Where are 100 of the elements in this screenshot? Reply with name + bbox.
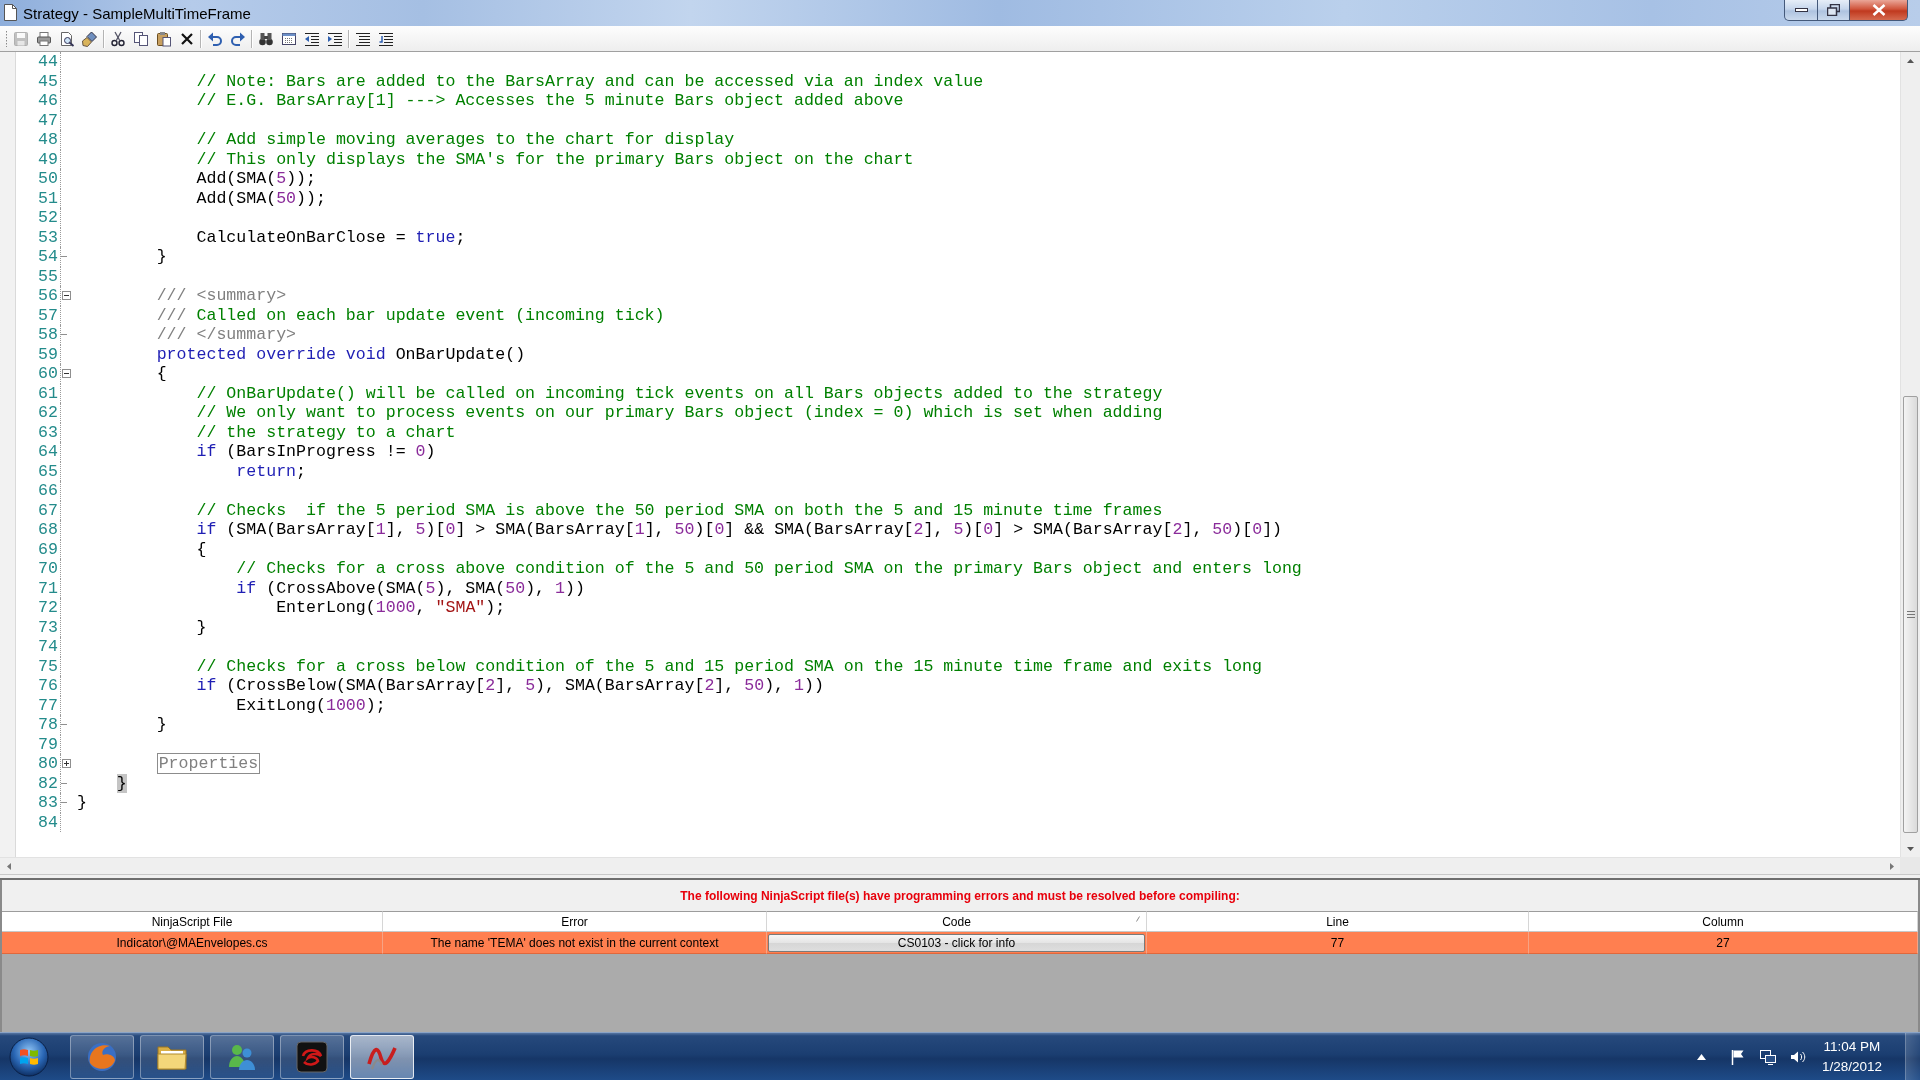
code-line: } (156, 715, 167, 734)
code-line: Add(SMA(5)); (196, 169, 316, 188)
code-line: EnterLong(1000, "SMA"); (276, 598, 506, 617)
outdent-icon (304, 30, 320, 47)
line-number: 66 (38, 481, 58, 500)
code-line: /// Called on each bar update event (incoming tick) (156, 305, 665, 325)
code-line: { (196, 539, 207, 559)
monitors-icon[interactable] (1759, 1048, 1776, 1065)
line-number: 76 (38, 676, 58, 695)
scrollbar-thumb[interactable] (1903, 396, 1918, 833)
printer-icon (36, 30, 52, 47)
line-number: 60 (38, 364, 58, 383)
line-number: 48 (38, 130, 58, 149)
line-number: 73 (38, 617, 58, 637)
table-cell: Indicator\@MAEnvelopes.cs (2, 932, 383, 954)
minimize-button[interactable] (1784, 0, 1818, 21)
redo-icon (230, 30, 246, 47)
lines-icon (355, 30, 371, 47)
code-line: protected override void OnBarUpdate() (156, 344, 526, 364)
column-header[interactable]: Line (1147, 911, 1529, 932)
line-number: 74 (38, 637, 58, 656)
code-line: // Add simple moving averages to the chart for display (196, 130, 735, 149)
line-number: 71 (38, 578, 58, 598)
code-line: Add(SMA(50)); (196, 188, 326, 208)
taskbar-button[interactable] (140, 1034, 204, 1079)
column-header[interactable]: Code (767, 911, 1147, 932)
taskbar-button[interactable] (280, 1034, 344, 1079)
column-header[interactable]: Column (1529, 911, 1918, 932)
cross-icon (179, 30, 195, 47)
fold-toggle-icon[interactable] (62, 291, 71, 301)
clipboard-icon (156, 30, 172, 47)
globe-icon (86, 1040, 118, 1073)
column-header[interactable]: NinjaScript File (2, 911, 383, 932)
left-triangle-icon (6, 862, 11, 870)
taskbar-button[interactable] (210, 1034, 274, 1079)
line-number: 79 (38, 734, 58, 754)
code-line: if (BarsInProgress != 0) (196, 442, 436, 461)
restore-button[interactable] (1818, 0, 1850, 21)
taskbar-button[interactable] (70, 1034, 134, 1079)
save-icon (13, 30, 29, 47)
show-desktop-button[interactable] (1905, 1033, 1920, 1080)
info-button[interactable]: CS0103 - click for info (768, 933, 1145, 952)
window-title: Strategy - SampleMultiTimeFrame (23, 4, 251, 24)
clock-time: 11:04 PM (1823, 1037, 1881, 1056)
code-line: // Checks if the 5 period SMA is above the 50 period SMA on both the 5 and 15 minute time frames (196, 500, 1163, 520)
fold-toggle-icon[interactable] (62, 369, 71, 379)
clock-date: 1/28/2012 (1821, 1057, 1882, 1076)
fold-toggle-icon[interactable] (62, 759, 71, 769)
binoculars-icon (258, 30, 274, 47)
line-number: 57 (38, 305, 58, 325)
line-number: 70 (38, 559, 58, 578)
line-number: 77 (38, 695, 58, 715)
line-number: 65 (38, 461, 58, 481)
line-number: 46 (38, 91, 58, 110)
line-number: 83 (38, 793, 58, 812)
code-line: if (CrossBelow(SMA(BarsArray[2], 5), SMA(BarsArray[2], 50), 1)) (196, 676, 824, 695)
code-line: { (156, 364, 167, 383)
code-line: if (CrossAbove(SMA(5), SMA(50), 1)) (236, 578, 585, 598)
grip-icon (1906, 611, 1915, 618)
line-number: 47 (38, 110, 58, 130)
scissors-icon (110, 30, 126, 47)
line-number: 58 (38, 325, 58, 344)
right-triangle-icon (1889, 862, 1894, 870)
line-number: 62 (38, 403, 58, 422)
close-icon (1871, 4, 1886, 16)
code-line: // This only displays the SMA's for the primary Bars object on the chart (196, 149, 914, 169)
copy-icon (133, 30, 149, 47)
line-number: 68 (38, 520, 58, 539)
line-number: 50 (38, 169, 58, 188)
code-line: } (77, 793, 87, 812)
line-number: 84 (38, 812, 58, 832)
code-line: /// </summary> (156, 325, 297, 344)
code-line: /// <summary> (156, 286, 287, 305)
line-number: 56 (38, 286, 58, 305)
close-button[interactable] (1850, 0, 1908, 21)
line-number: 63 (38, 422, 58, 442)
line-number: 75 (38, 656, 58, 676)
flag-icon[interactable] (1729, 1048, 1746, 1065)
sort-mark-icon (1136, 916, 1140, 922)
code-line: } (196, 617, 207, 637)
code-line: // Note: Bars are added to the BarsArray and can be accessed via an index value (196, 71, 984, 91)
line-number: 82 (38, 773, 58, 793)
line-number: 64 (38, 442, 58, 461)
code-line: if (SMA(BarsArray[1], 5)[0] > SMA(BarsArray[1], 50)[0] && SMA(BarsArray[2], 5)[0] > SMA(BarsArray[2], 50)[0]) (196, 520, 1283, 539)
line-number: 69 (38, 539, 58, 559)
line-number: 67 (38, 500, 58, 520)
indent-icon (327, 30, 343, 47)
eraser-icon (82, 30, 98, 47)
up-triangle-icon[interactable] (1696, 1053, 1706, 1060)
taskbar-button[interactable] (350, 1034, 414, 1079)
line-number: 52 (38, 208, 58, 227)
column-header[interactable]: Error (383, 911, 767, 932)
table-cell: 77 (1147, 932, 1529, 954)
lines-hook-icon (378, 30, 394, 47)
code-line: // Checks for a cross above condition of the 5 and 50 period SMA on the primary Bars object and enters long (236, 559, 1302, 578)
line-number: 78 (38, 715, 58, 734)
minimize-icon (1794, 8, 1808, 12)
code-line: CalculateOnBarClose = true; (196, 227, 466, 247)
line-number: 55 (38, 266, 58, 286)
code-line: // E.G. BarsArray[1] ---> Accesses the 5 minute Bars object added above (196, 91, 904, 110)
